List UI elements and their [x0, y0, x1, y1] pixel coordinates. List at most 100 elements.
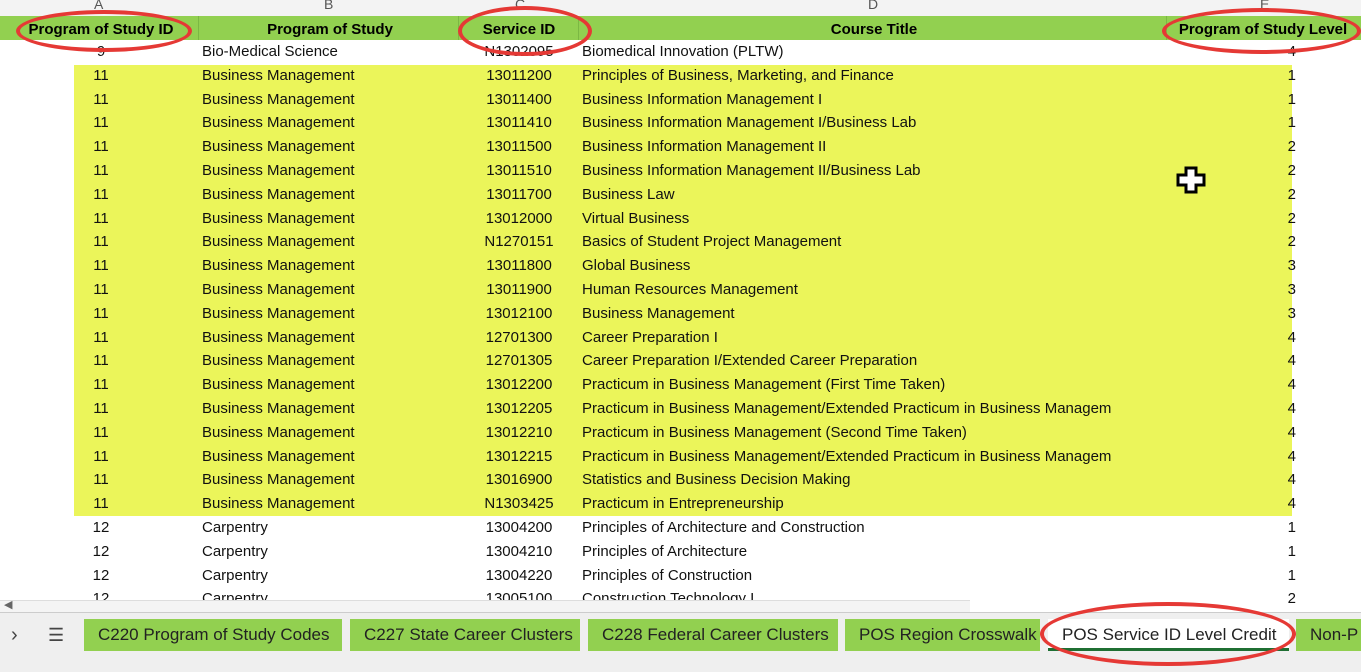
cell-program-of-study[interactable]: Business Management — [202, 278, 458, 302]
cell-service-id[interactable]: N1302095 — [462, 40, 576, 64]
cell-course-title[interactable]: Career Preparation I/Extended Career Pre… — [582, 349, 1166, 373]
cell-course-title[interactable]: Business Information Management II/Busin… — [582, 159, 1166, 183]
cell-program-of-study-level[interactable]: 4 — [1166, 445, 1296, 469]
cell-service-id[interactable]: 13011510 — [462, 159, 576, 183]
sheet-tab-pos-service-id-level-credit[interactable]: POS Service ID Level Credit — [1048, 619, 1289, 651]
cell-service-id[interactable]: 13011500 — [462, 135, 576, 159]
cell-service-id[interactable]: 13004220 — [462, 564, 576, 588]
cell-program-of-study-id[interactable]: 11 — [4, 183, 198, 207]
sheet-tab-pos-region[interactable]: POS Region Crosswalk — [845, 619, 1040, 651]
cell-program-of-study-id[interactable]: 9 — [4, 40, 198, 64]
cell-program-of-study-id[interactable]: 11 — [4, 492, 198, 516]
cell-program-of-study[interactable]: Business Management — [202, 373, 458, 397]
cell-service-id[interactable]: 13012200 — [462, 373, 576, 397]
cell-course-title[interactable]: Virtual Business — [582, 207, 1166, 231]
cell-program-of-study-id[interactable]: 11 — [4, 397, 198, 421]
cell-program-of-study-id[interactable]: 12 — [4, 564, 198, 588]
cell-course-title[interactable]: Business Information Management I — [582, 88, 1166, 112]
cell-course-title[interactable]: Practicum in Business Management (First … — [582, 373, 1166, 397]
cell-program-of-study[interactable]: Business Management — [202, 421, 458, 445]
cell-course-title[interactable]: Global Business — [582, 254, 1166, 278]
cell-program-of-study-level[interactable]: 2 — [1166, 135, 1296, 159]
cell-service-id[interactable]: 13011200 — [462, 64, 576, 88]
scroll-right-icon[interactable]: › — [11, 624, 18, 647]
cell-program-of-study[interactable]: Business Management — [202, 230, 458, 254]
cell-program-of-study[interactable]: Carpentry — [202, 516, 458, 540]
cell-program-of-study[interactable]: Business Management — [202, 111, 458, 135]
header-program-of-study[interactable]: Program of Study — [202, 16, 458, 40]
sheet-list-icon[interactable]: ☰ — [48, 625, 64, 646]
cell-course-title[interactable]: Basics of Student Project Management — [582, 230, 1166, 254]
cell-service-id[interactable]: 13011700 — [462, 183, 576, 207]
cell-service-id[interactable]: 13012100 — [462, 302, 576, 326]
header-program-of-study-level[interactable]: Program of Study Level — [1170, 16, 1356, 40]
cell-service-id[interactable]: 13016900 — [462, 468, 576, 492]
cell-service-id[interactable]: 13012210 — [462, 421, 576, 445]
cell-course-title[interactable]: Career Preparation I — [582, 326, 1166, 350]
cell-program-of-study-id[interactable]: 11 — [4, 111, 198, 135]
cell-service-id[interactable]: 13011410 — [462, 111, 576, 135]
cell-program-of-study-id[interactable]: 11 — [4, 207, 198, 231]
cell-program-of-study[interactable]: Business Management — [202, 254, 458, 278]
cell-program-of-study[interactable]: Bio-Medical Science — [202, 40, 458, 64]
cell-course-title[interactable]: Business Information Management I/Busine… — [582, 111, 1166, 135]
cell-service-id[interactable]: 13011400 — [462, 88, 576, 112]
cell-program-of-study-level[interactable]: 4 — [1166, 349, 1296, 373]
column-letter-a[interactable]: A — [94, 0, 103, 12]
cell-program-of-study-level[interactable]: 3 — [1166, 254, 1296, 278]
cell-service-id[interactable]: 13004210 — [462, 540, 576, 564]
cell-program-of-study[interactable]: Business Management — [202, 159, 458, 183]
column-letter-e[interactable]: E — [1260, 0, 1269, 12]
sheet-tab-c227[interactable]: C227 State Career Clusters — [350, 619, 580, 651]
cell-program-of-study-id[interactable]: 11 — [4, 159, 198, 183]
cell-program-of-study-level[interactable]: 4 — [1166, 326, 1296, 350]
cell-service-id[interactable]: 12701305 — [462, 349, 576, 373]
cell-program-of-study[interactable]: Business Management — [202, 64, 458, 88]
cell-program-of-study-level[interactable]: 4 — [1166, 492, 1296, 516]
cell-course-title[interactable]: Statistics and Business Decision Making — [582, 468, 1166, 492]
cell-program-of-study-id[interactable]: 11 — [4, 302, 198, 326]
cell-program-of-study-id[interactable]: 11 — [4, 278, 198, 302]
cell-program-of-study[interactable]: Business Management — [202, 207, 458, 231]
cell-service-id[interactable]: 13012215 — [462, 445, 576, 469]
cell-service-id[interactable]: N1270151 — [462, 230, 576, 254]
cell-program-of-study-level[interactable]: 2 — [1166, 230, 1296, 254]
cell-course-title[interactable]: Human Resources Management — [582, 278, 1166, 302]
cell-program-of-study-id[interactable]: 11 — [4, 445, 198, 469]
cell-program-of-study-id[interactable]: 11 — [4, 88, 198, 112]
cell-course-title[interactable]: Principles of Construction — [582, 564, 1166, 588]
cell-service-id[interactable]: 13004200 — [462, 516, 576, 540]
cell-program-of-study[interactable]: Business Management — [202, 88, 458, 112]
cell-program-of-study[interactable]: Business Management — [202, 326, 458, 350]
column-letter-d[interactable]: D — [868, 0, 878, 12]
cell-course-title[interactable]: Business Management — [582, 302, 1166, 326]
cell-course-title[interactable]: Practicum in Business Management/Extende… — [582, 445, 1166, 469]
cell-course-title[interactable]: Practicum in Business Management (Second… — [582, 421, 1166, 445]
header-course-title[interactable]: Course Title — [582, 16, 1166, 40]
cell-program-of-study[interactable]: Business Management — [202, 349, 458, 373]
cell-course-title[interactable]: Biomedical Innovation (PLTW) — [582, 40, 1166, 64]
cell-program-of-study[interactable]: Business Management — [202, 397, 458, 421]
cell-program-of-study-level[interactable]: 4 — [1166, 40, 1296, 64]
cell-program-of-study-level[interactable]: 4 — [1166, 468, 1296, 492]
cell-program-of-study[interactable]: Carpentry — [202, 564, 458, 588]
cell-program-of-study-id[interactable]: 11 — [4, 135, 198, 159]
cell-program-of-study-level[interactable]: 2 — [1166, 587, 1296, 611]
cell-program-of-study-level[interactable]: 1 — [1166, 540, 1296, 564]
cell-course-title[interactable]: Business Information Management II — [582, 135, 1166, 159]
sheet-tab-c220[interactable]: C220 Program of Study Codes — [84, 619, 342, 651]
header-service-id[interactable]: Service ID — [462, 16, 576, 40]
cell-program-of-study-level[interactable]: 4 — [1166, 397, 1296, 421]
cell-course-title[interactable]: Practicum in Business Management/Extende… — [582, 397, 1166, 421]
cell-program-of-study-level[interactable]: 4 — [1166, 421, 1296, 445]
cell-program-of-study-level[interactable]: 1 — [1166, 111, 1296, 135]
cell-service-id[interactable]: 13012000 — [462, 207, 576, 231]
cell-service-id[interactable]: 13011800 — [462, 254, 576, 278]
cell-program-of-study-level[interactable]: 3 — [1166, 278, 1296, 302]
cell-service-id[interactable]: 13012205 — [462, 397, 576, 421]
cell-program-of-study-id[interactable]: 12 — [4, 540, 198, 564]
cell-course-title[interactable]: Business Law — [582, 183, 1166, 207]
cell-program-of-study-id[interactable]: 11 — [4, 64, 198, 88]
cell-program-of-study[interactable]: Carpentry — [202, 540, 458, 564]
cell-service-id[interactable]: 13011900 — [462, 278, 576, 302]
